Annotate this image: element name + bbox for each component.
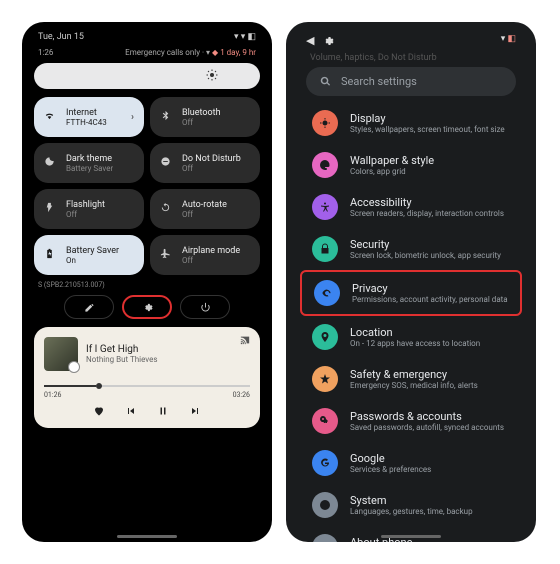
like-button[interactable] [93,405,105,420]
build-number: S (SPB2.210513.007) [32,275,262,293]
settings-row-safety-emergency[interactable]: Safety & emergencyEmergency SOS, medical… [300,358,522,400]
tile-air[interactable]: Airplane modeOff [150,235,260,275]
settings-row-about-phone[interactable]: About phonePixel 3 XL [300,526,522,542]
album-art [44,337,78,371]
media-player[interactable]: If I Get High Nothing But Thieves 01:26 … [34,327,260,428]
track-artist: Nothing But Thieves [86,355,157,364]
privacy-icon [314,280,340,306]
time-elapsed: 01:26 [44,391,61,399]
tile-dark[interactable]: Dark themeBattery Saver [34,143,144,183]
chevron-right-icon: › [131,112,134,123]
pause-button[interactable] [157,405,169,420]
brightness-icon [206,69,218,84]
tile-dnd[interactable]: Do Not DisturbOff [150,143,260,183]
tile-rotate[interactable]: Auto-rotateOff [150,189,260,229]
settings-row-system[interactable]: SystemLanguages, gestures, time, backup [300,484,522,526]
settings-row-passwords-accounts[interactable]: Passwords & accountsSaved passwords, aut… [300,400,522,442]
settings-button[interactable] [122,295,172,319]
quick-settings-panel: Tue, Jun 15 ▾ ▾ ◧ 1:26 Emergency calls o… [22,22,272,542]
settings-row-display[interactable]: DisplayStyles, wallpapers, screen timeou… [300,102,522,144]
display-icon [312,110,338,136]
prev-button[interactable] [125,405,137,420]
settings-row-security[interactable]: SecurityScreen lock, biometric unlock, a… [300,228,522,270]
settings-row-wallpaper-style[interactable]: Wallpaper & styleColors, app grid [300,144,522,186]
edit-tiles-button[interactable] [64,295,114,319]
search-settings[interactable]: Search settings [306,67,516,96]
status-time: 1:26 [38,48,53,57]
track-title: If I Get High [86,344,157,355]
status-date: Tue, Jun 15 [38,32,84,42]
tile-bluetooth[interactable]: BluetoothOff [150,97,260,137]
search-icon [320,76,331,87]
a11y-icon [312,194,338,220]
settings-screen: ◀ ▾ ◧ Volume, haptics, Do Not Disturb Se… [286,22,536,542]
bt-icon [160,110,174,124]
nav-handle[interactable] [117,535,177,538]
nav-handle[interactable] [381,535,441,538]
settings-row-privacy[interactable]: PrivacyPermissions, account activity, pe… [300,270,522,316]
wifi-icon [44,110,58,124]
lock-icon [312,236,338,262]
brightness-slider[interactable] [34,63,260,89]
status-bar: ◀ ▾ ◧ [296,30,526,53]
dnd-icon [160,156,174,170]
batt-icon [44,248,58,262]
search-placeholder: Search settings [341,75,417,88]
tile-flash[interactable]: FlashlightOff [34,189,144,229]
tile-internet[interactable]: InternetFTTH-4C43 › [34,97,144,137]
info-icon [312,492,338,518]
rotate-icon [160,202,174,216]
plane-icon [160,248,174,262]
flash-icon [44,202,58,216]
key-icon [312,408,338,434]
tile-saver[interactable]: Battery SaverOn [34,235,144,275]
prev-section-hint: Volume, haptics, Do Not Disturb [296,53,526,67]
media-progress[interactable] [44,385,250,387]
settings-row-google[interactable]: GoogleServices & preferences [300,442,522,484]
moon-icon [44,156,58,170]
settings-row-location[interactable]: LocationOn - 12 apps have access to loca… [300,316,522,358]
status-bar: Tue, Jun 15 ▾ ▾ ◧ [32,30,262,48]
time-total: 03:26 [233,391,250,399]
g-icon [312,450,338,476]
phone-icon [312,534,338,542]
palette-icon [312,152,338,178]
cast-icon[interactable] [240,335,250,348]
next-button[interactable] [189,405,201,420]
settings-row-accessibility[interactable]: AccessibilityScreen readers, display, in… [300,186,522,228]
star-icon [312,366,338,392]
pin-icon [312,324,338,350]
power-button[interactable] [180,295,230,319]
